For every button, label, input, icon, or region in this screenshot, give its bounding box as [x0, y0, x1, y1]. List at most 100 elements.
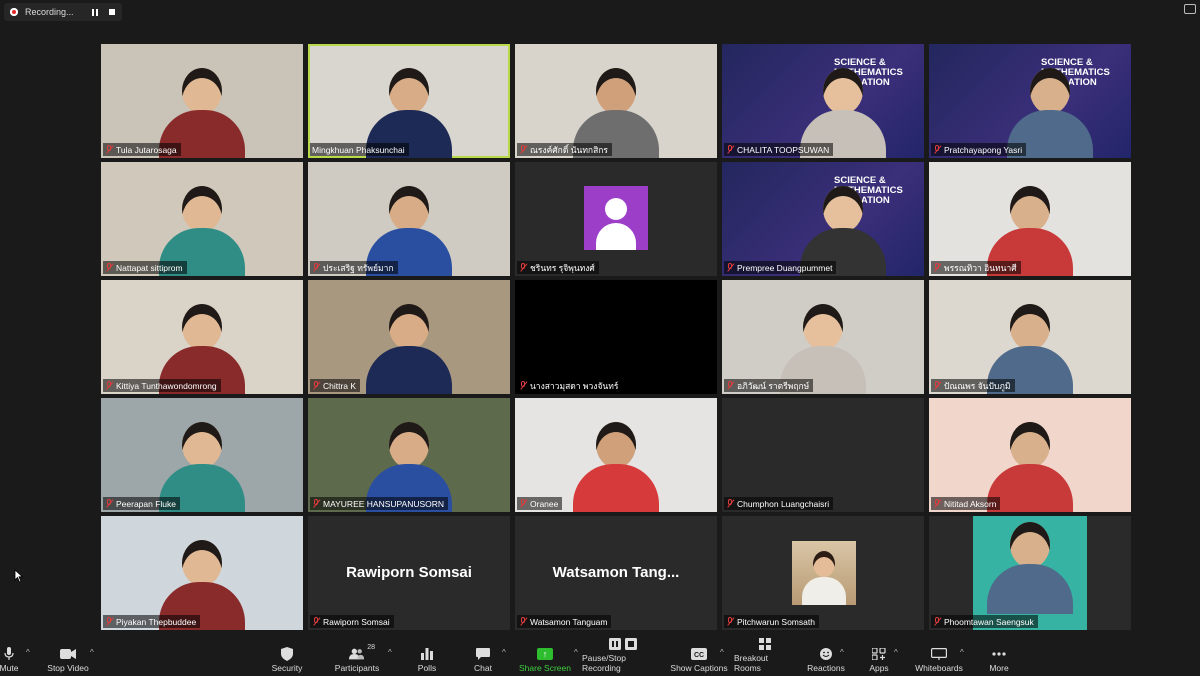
participant-tile[interactable]: Nititad Aksorn [929, 398, 1131, 512]
participant-tile[interactable]: พรรณทิวา อินทนาศี [929, 162, 1131, 276]
participant-tile[interactable]: Kittiya Tunthawondomrong [101, 280, 303, 394]
participant-name: Prempree Duangpummet [737, 262, 833, 273]
muted-microphone-icon [933, 380, 941, 391]
participant-name: Nititad Aksorn [944, 498, 997, 509]
show-captions-button[interactable]: CC Show Captions [670, 640, 728, 676]
video-camera-icon [60, 647, 76, 660]
participant-tile[interactable]: Pitchwarun Somsath [722, 516, 924, 630]
participant-name: Chumphon Luangchaisri [737, 498, 830, 509]
participant-tile[interactable]: อภิวัฒน์ ราตรีพฤกษ์ [722, 280, 924, 394]
apps-options-caret[interactable]: ^ [894, 648, 898, 657]
pause-stop-icon [608, 638, 638, 650]
participant-name-tag: ประเสริฐ ทรัพย์มาก [310, 261, 398, 274]
participant-tile[interactable]: MAYUREE HANSUPANUSORN [308, 398, 510, 512]
pause-recording-button[interactable] [88, 5, 102, 19]
apps-icon [871, 647, 887, 660]
share-options-caret[interactable]: ^ [574, 648, 578, 657]
reactions-options-caret[interactable]: ^ [840, 648, 844, 657]
participant-head [596, 68, 636, 114]
breakout-rooms-button[interactable]: Breakout Rooms [734, 638, 796, 676]
profile-photo [792, 541, 856, 605]
participant-head [1030, 68, 1071, 114]
whiteboards-button[interactable]: Whiteboards [912, 640, 966, 676]
participant-tile[interactable]: ชรินทร รุจิพุนทงศ์ [515, 162, 717, 276]
muted-microphone-icon [312, 380, 320, 391]
participant-tile[interactable]: ณรงค์ศักดิ์ นันทกสิกร [515, 44, 717, 158]
participant-tile[interactable]: ปัณณพร จันปับภูมิ [929, 280, 1131, 394]
participant-name-tag: Nititad Aksorn [931, 497, 1001, 510]
participant-tile[interactable]: Phoomtawan Saengsuk [929, 516, 1131, 630]
participant-name-tag: MAYUREE HANSUPANUSORN [310, 497, 449, 510]
pause-stop-recording-button[interactable]: Pause/Stop Recording [582, 638, 664, 676]
participant-name: Phoomtawan Saengsuk [944, 616, 1034, 627]
mute-options-caret[interactable]: ^ [26, 648, 30, 657]
muted-microphone-icon [519, 380, 527, 391]
muted-microphone-icon [726, 498, 734, 509]
participant-tile[interactable]: Rawiporn Somsai Rawiporn Somsai [308, 516, 510, 630]
video-gallery: Tula Jutarosaga Mingkhuan Phaksunchai ณรงค… [101, 44, 1131, 632]
participant-video [987, 522, 1073, 614]
participant-tile[interactable]: Nattapat sittiprom [101, 162, 303, 276]
participant-name-tag: Rawiporn Somsai [310, 615, 394, 628]
security-button[interactable]: Security [268, 640, 306, 676]
participant-head [1010, 186, 1050, 232]
participant-tile[interactable]: Tula Jutarosaga [101, 44, 303, 158]
participants-button[interactable]: 28 Participants [333, 640, 381, 676]
muted-microphone-icon [726, 380, 734, 391]
apps-button[interactable]: Apps [864, 640, 894, 676]
share-screen-button[interactable]: ↑ Share Screen [518, 640, 572, 676]
muted-microphone-icon [519, 144, 527, 155]
participant-name: Watsamon Tanguam [530, 616, 608, 627]
chat-button[interactable]: Chat [468, 640, 498, 676]
video-options-caret[interactable]: ^ [90, 648, 94, 657]
chat-bubble-icon [475, 647, 491, 660]
participant-head [389, 68, 429, 114]
participant-tile[interactable]: Chumphon Luangchaisri [722, 398, 924, 512]
stop-recording-button[interactable] [105, 5, 119, 19]
participant-tile[interactable]: SCIENCE &MATHEMATICSEDUCATIONPratchayapo… [929, 44, 1131, 158]
participant-head [389, 304, 429, 350]
participant-name-tag: Pratchayapong Yasri [931, 143, 1027, 156]
more-button[interactable]: More [984, 640, 1014, 676]
pause-icon [92, 8, 98, 16]
stop-video-button[interactable]: Stop Video [45, 640, 91, 676]
participant-tile[interactable]: Mingkhuan Phaksunchai [308, 44, 510, 158]
participant-name-tag: ปัณณพร จันปับภูมิ [931, 379, 1015, 392]
participant-head [803, 304, 843, 350]
muted-microphone-icon [519, 262, 527, 273]
view-options-icon[interactable] [1184, 4, 1196, 14]
participant-name-tag: CHALITA TOOPSUWAN [724, 143, 834, 156]
participant-tile[interactable]: นางสาวมุสดา พวงจันทร์ [515, 280, 717, 394]
participant-tile[interactable]: Peerapan Fluke [101, 398, 303, 512]
participant-body [987, 564, 1073, 614]
participant-name: Piyakan Thepbuddee [116, 616, 197, 627]
participant-name: นางสาวมุสดา พวงจันทร์ [530, 380, 619, 391]
participant-tile[interactable]: Piyakan Thepbuddee [101, 516, 303, 630]
participant-head [182, 304, 222, 350]
participant-name: Tula Jutarosaga [116, 144, 177, 155]
whiteboards-options-caret[interactable]: ^ [960, 648, 964, 657]
participant-name-tag: Piyakan Thepbuddee [103, 615, 201, 628]
muted-microphone-icon [105, 498, 113, 509]
mute-button[interactable]: Mute [0, 640, 26, 676]
participant-name: MAYUREE HANSUPANUSORN [323, 498, 445, 509]
captions-options-caret[interactable]: ^ [720, 648, 724, 657]
participant-name: ปัณณพร จันปับภูมิ [944, 380, 1011, 391]
participants-options-caret[interactable]: ^ [388, 648, 392, 657]
participant-name: Chittra K [323, 380, 357, 391]
participant-tile[interactable]: Oranee [515, 398, 717, 512]
participant-tile[interactable]: SCIENCE &MATHEMATICSEDUCATIONCHALITA TOO… [722, 44, 924, 158]
muted-microphone-icon [726, 144, 734, 155]
participant-name: ประเสริฐ ทรัพย์มาก [323, 262, 394, 273]
participant-name: Rawiporn Somsai [323, 616, 390, 627]
polls-button[interactable]: Polls [412, 640, 442, 676]
participant-tile[interactable]: Watsamon Tang... Watsamon Tanguam [515, 516, 717, 630]
reactions-button[interactable]: Reactions [806, 640, 846, 676]
chat-options-caret[interactable]: ^ [502, 648, 506, 657]
participant-tile[interactable]: ประเสริฐ ทรัพย์มาก [308, 162, 510, 276]
muted-microphone-icon [933, 144, 941, 155]
participant-video [366, 304, 452, 394]
participant-tile[interactable]: SCIENCE &MATHEMATICSEDUCATIONPrempree Du… [722, 162, 924, 276]
recording-dot-icon [10, 8, 18, 16]
participant-tile[interactable]: Chittra K [308, 280, 510, 394]
